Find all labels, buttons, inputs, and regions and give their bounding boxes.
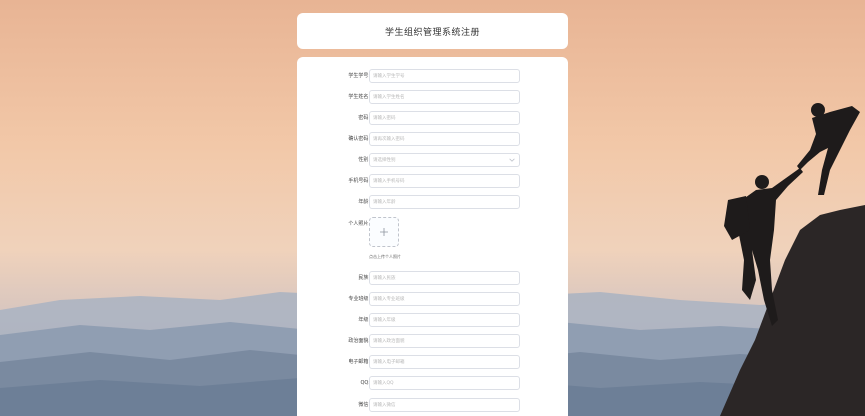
- form-row-photo: 个人照片: 点击上传个人照片: [297, 217, 568, 262]
- climbers-silhouette: [720, 103, 865, 416]
- form-row-gender: 性别:: [297, 153, 568, 167]
- student-id-label: 学生学号:: [348, 73, 370, 79]
- form-row-qq: QQ:: [297, 376, 568, 390]
- password-input[interactable]: [369, 111, 520, 125]
- photo-upload-tip: 点击上传个人照片: [369, 254, 401, 259]
- chevron-down-icon: [509, 158, 515, 162]
- header-card: 学生组织管理系统注册: [297, 13, 568, 49]
- gender-select-input[interactable]: [369, 153, 520, 167]
- ethnicity-input[interactable]: [369, 271, 520, 285]
- phone-input[interactable]: [369, 174, 520, 188]
- major-class-label: 专业班级:: [348, 296, 370, 302]
- form-row-ethnicity: 民族:: [297, 271, 568, 285]
- gender-select[interactable]: [369, 153, 520, 167]
- phone-label: 手机号码:: [348, 178, 370, 184]
- form-row-student-id: 学生学号:: [297, 69, 568, 83]
- form-row-confirm-password: 确认密码:: [297, 132, 568, 146]
- photo-label: 个人照片:: [348, 221, 370, 227]
- major-class-input[interactable]: [369, 292, 520, 306]
- registration-form: 学生学号: 学生姓名: 密码: 确认密码: 性别: 手机号码: 年龄: 个人照片…: [297, 57, 568, 416]
- qq-input[interactable]: [369, 376, 520, 390]
- form-row-age: 年龄:: [297, 195, 568, 209]
- age-input[interactable]: [369, 195, 520, 209]
- confirm-password-label: 确认密码:: [348, 136, 370, 142]
- page-title: 学生组织管理系统注册: [384, 27, 480, 38]
- email-label: 电子邮箱:: [348, 359, 370, 365]
- student-name-input[interactable]: [369, 90, 520, 104]
- form-row-political-status: 政治面貌:: [297, 334, 568, 348]
- form-row-major-class: 专业班级:: [297, 292, 568, 306]
- form-row-phone: 手机号码:: [297, 174, 568, 188]
- form-row-grade: 年级:: [297, 313, 568, 327]
- form-row-wechat: 微信:: [297, 398, 568, 412]
- form-row-email: 电子邮箱:: [297, 355, 568, 369]
- political-status-input[interactable]: [369, 334, 520, 348]
- confirm-password-input[interactable]: [369, 132, 520, 146]
- student-id-input[interactable]: [369, 69, 520, 83]
- photo-upload-button[interactable]: [369, 217, 399, 247]
- form-row-password: 密码:: [297, 111, 568, 125]
- grade-input[interactable]: [369, 313, 520, 327]
- form-row-student-name: 学生姓名:: [297, 90, 568, 104]
- plus-icon: [380, 228, 388, 236]
- email-input[interactable]: [369, 355, 520, 369]
- wechat-input[interactable]: [369, 398, 520, 412]
- student-name-label: 学生姓名:: [348, 94, 370, 100]
- political-status-label: 政治面貌:: [348, 338, 370, 344]
